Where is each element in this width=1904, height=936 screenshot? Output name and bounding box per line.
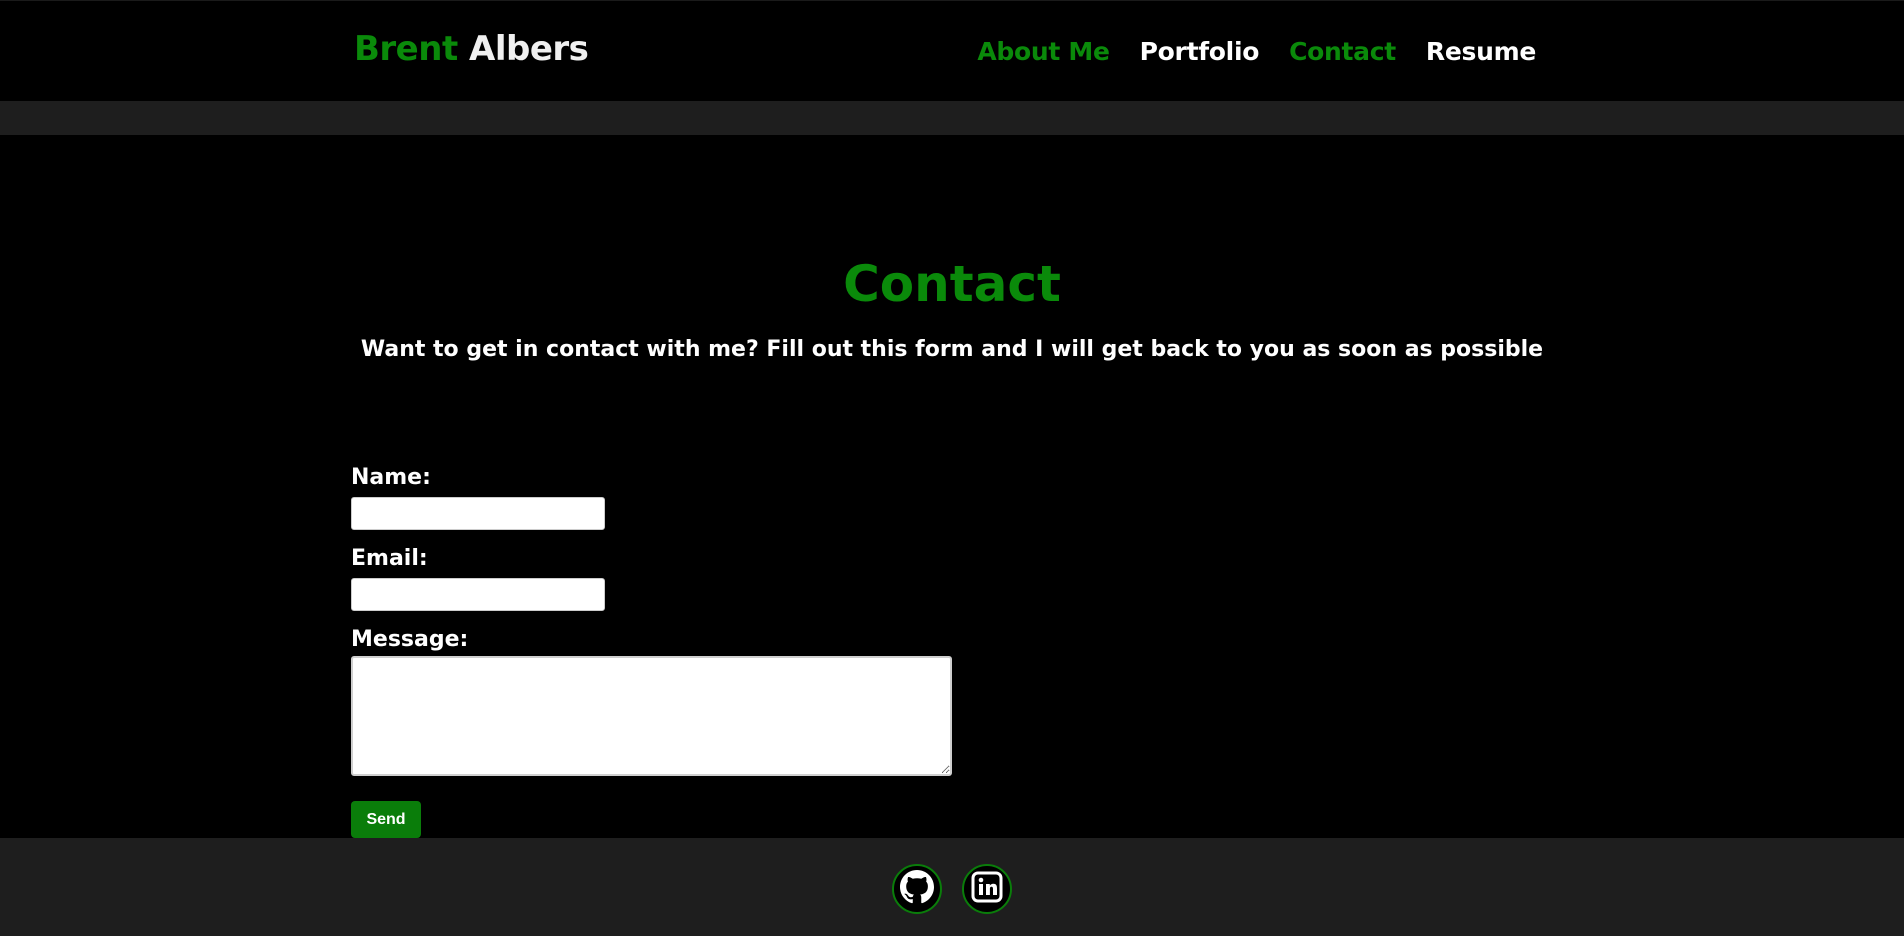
- email-label: Email:: [351, 546, 428, 571]
- linkedin-icon: [971, 871, 1003, 907]
- name-label: Name:: [351, 465, 431, 490]
- site-brand[interactable]: Brent Albers: [354, 27, 589, 71]
- header-subbar: [0, 101, 1904, 135]
- github-icon: [900, 870, 934, 908]
- brand-first-name: Brent: [354, 29, 458, 69]
- linkedin-link[interactable]: [962, 864, 1012, 914]
- site-header: Brent Albers About Me Portfolio Contact …: [0, 0, 1904, 101]
- nav-portfolio[interactable]: Portfolio: [1140, 35, 1260, 69]
- site-footer: [0, 838, 1904, 936]
- nav-contact[interactable]: Contact: [1289, 35, 1396, 69]
- send-button[interactable]: Send: [351, 801, 421, 838]
- email-field[interactable]: [351, 578, 605, 611]
- name-field[interactable]: [351, 497, 605, 530]
- page-subtitle: Want to get in contact with me? Fill out…: [360, 337, 1544, 362]
- github-link[interactable]: [892, 864, 942, 914]
- page-title: Contact: [843, 255, 1061, 313]
- brand-last-name: Albers: [469, 29, 589, 69]
- message-label: Message:: [351, 627, 469, 652]
- main-nav: About Me Portfolio Contact Resume: [977, 35, 1536, 69]
- contact-form: Name: Email: Message: Send: [351, 462, 961, 838]
- nav-resume[interactable]: Resume: [1426, 35, 1536, 69]
- message-field[interactable]: [351, 656, 952, 776]
- nav-about-me[interactable]: About Me: [977, 35, 1110, 69]
